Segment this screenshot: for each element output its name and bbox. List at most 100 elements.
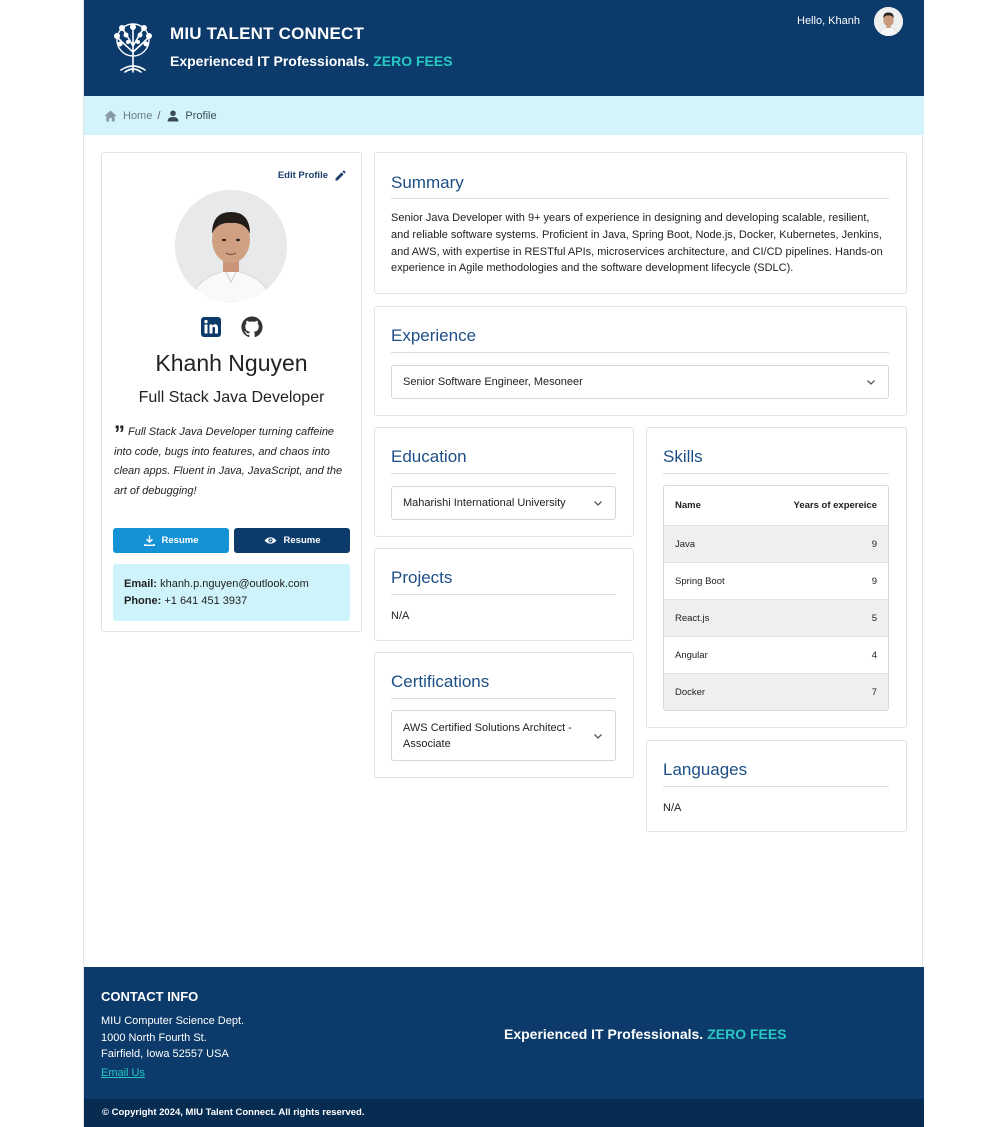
person-photo-icon (175, 190, 287, 302)
languages-title: Languages (663, 760, 748, 779)
user-photo-icon (874, 7, 903, 36)
section-divider (391, 352, 889, 353)
download-icon (143, 535, 155, 546)
section-divider (391, 594, 616, 595)
certification-item-label: AWS Certified Solutions Architect - Asso… (403, 721, 572, 750)
footer-address: MIU Computer Science Dept. 1000 North Fo… (101, 1013, 244, 1063)
languages-card: Languages N/A (646, 740, 907, 832)
tagline-text: Experienced IT Professionals. (170, 53, 370, 69)
table-row: React.js 5 (664, 599, 888, 636)
languages-empty: N/A (663, 802, 682, 814)
skills-table-header: Name Years of expereice (664, 486, 888, 525)
person-icon (167, 110, 179, 121)
chevron-down-icon (594, 501, 602, 506)
experience-item-dropdown[interactable]: Senior Software Engineer, Mesoneer (391, 365, 889, 399)
profile-quote: ” Full Stack Java Developer turning caffe… (114, 423, 349, 501)
experience-item-label: Senior Software Engineer, Mesoneer (403, 376, 583, 388)
section-divider (663, 786, 889, 787)
table-row: Angular 4 (664, 636, 888, 673)
site-footer: CONTACT INFO MIU Computer Science Dept. … (84, 967, 924, 1099)
summary-card: Summary Senior Java Developer with 9+ ye… (374, 152, 907, 294)
profile-photo (175, 190, 287, 302)
breadcrumb-home-link[interactable]: Home (123, 110, 152, 122)
certification-item-dropdown[interactable]: AWS Certified Solutions Architect - Asso… (391, 710, 616, 761)
user-greeting: Hello, Khanh (797, 15, 860, 27)
section-divider (391, 698, 616, 699)
tree-logo-icon[interactable] (108, 22, 158, 74)
contact-box: Email: khanh.p.nguyen@outlook.com Phone:… (113, 564, 350, 621)
address-line: MIU Computer Science Dept. (101, 1015, 245, 1027)
education-item-dropdown[interactable]: Maharishi International University (391, 486, 616, 520)
certifications-title: Certifications (391, 672, 490, 691)
user-avatar[interactable] (874, 7, 903, 36)
projects-title: Projects (391, 568, 453, 587)
quote-text: Full Stack Java Developer turning caffei… (114, 426, 343, 497)
section-divider (391, 473, 616, 474)
breadcrumb-current: Profile (185, 109, 217, 122)
view-resume-button[interactable]: Resume (234, 528, 350, 553)
skill-name: Docker (675, 686, 706, 698)
phone-row: Phone: +1 641 451 3937 (124, 593, 339, 610)
email-row: Email: khanh.p.nguyen@outlook.com (124, 576, 339, 593)
skills-title: Skills (663, 447, 703, 466)
copyright-bar: © Copyright 2024, MIU Talent Connect. Al… (84, 1099, 924, 1127)
experience-card: Experience Senior Software Engineer, Mes… (374, 306, 907, 416)
certifications-card: Certifications AWS Certified Solutions A… (374, 652, 634, 778)
chevron-down-icon (594, 733, 602, 739)
skill-years: 5 (871, 612, 877, 624)
skill-name: React.js (675, 612, 710, 624)
profile-name: Khanh Nguyen (155, 350, 308, 376)
edit-profile-label: Edit Profile (277, 170, 328, 181)
footer-tagline-highlight: ZERO FEES (707, 1026, 787, 1042)
download-resume-label: Resume (161, 535, 199, 546)
eye-icon (264, 537, 277, 544)
skill-years: 7 (871, 686, 877, 698)
profile-card: Edit Profile Khanh Nguyen Full Stack Jav… (101, 152, 362, 632)
skill-years: 4 (871, 649, 877, 661)
table-row: Java 9 (664, 525, 888, 562)
skills-col-name[interactable]: Name (675, 500, 701, 511)
projects-card: Projects N/A (374, 548, 634, 641)
experience-title: Experience (391, 326, 477, 345)
skill-name: Angular (675, 649, 708, 661)
summary-text: Senior Java Developer with 9+ years of e… (391, 212, 883, 275)
address-line: Fairfield, Iowa 52557 USA (101, 1048, 229, 1060)
footer-contact-title: CONTACT INFO (101, 989, 199, 1004)
education-item-label: Maharishi International University (403, 497, 566, 509)
header-tagline: Experienced IT Professionals. ZERO FEES (170, 53, 453, 69)
skill-years: 9 (871, 538, 877, 550)
linkedin-icon[interactable] (200, 316, 222, 338)
quote-icon: ” (114, 421, 125, 446)
breadcrumb: Home / Profile (84, 96, 924, 135)
footer-tagline-text: Experienced IT Professionals. (504, 1026, 704, 1042)
download-resume-button[interactable]: Resume (113, 528, 229, 553)
email-value[interactable]: khanh.p.nguyen@outlook.com (160, 578, 309, 590)
footer-email-link[interactable]: Email Us (101, 1067, 145, 1079)
table-row: Docker 7 (664, 673, 888, 710)
skills-card: Skills Name Years of expereice Java 9 Sp… (646, 427, 907, 728)
section-divider (663, 473, 889, 474)
edit-profile-button[interactable]: Edit Profile (278, 170, 346, 181)
skills-table: Name Years of expereice Java 9 Spring Bo… (663, 485, 889, 711)
tagline-highlight: ZERO FEES (373, 53, 453, 69)
skill-name: Java (675, 538, 696, 550)
breadcrumb-separator: / (157, 109, 161, 122)
table-row: Spring Boot 9 (664, 562, 888, 599)
chevron-down-icon (867, 380, 875, 385)
skill-name: Spring Boot (675, 575, 725, 587)
footer-tagline: Experienced IT Professionals. ZERO FEES (504, 1026, 787, 1042)
phone-label: Phone: (124, 595, 162, 607)
page-frame: MIU TALENT CONNECT Experienced IT Profes… (83, 0, 924, 1127)
home-icon[interactable] (104, 110, 117, 122)
app-header: MIU TALENT CONNECT Experienced IT Profes… (84, 0, 924, 96)
summary-title: Summary (391, 173, 464, 192)
pencil-icon (335, 170, 346, 181)
profile-title: Full Stack Java Developer (138, 389, 325, 406)
address-line: 1000 North Fourth St. (101, 1031, 207, 1044)
education-card: Education Maharishi International Univer… (374, 427, 634, 537)
skill-years: 9 (871, 575, 877, 587)
projects-empty: N/A (391, 610, 410, 622)
phone-value[interactable]: +1 641 451 3937 (164, 595, 247, 607)
skills-col-years[interactable]: Years of expereice (794, 500, 877, 511)
github-icon[interactable] (241, 316, 263, 338)
